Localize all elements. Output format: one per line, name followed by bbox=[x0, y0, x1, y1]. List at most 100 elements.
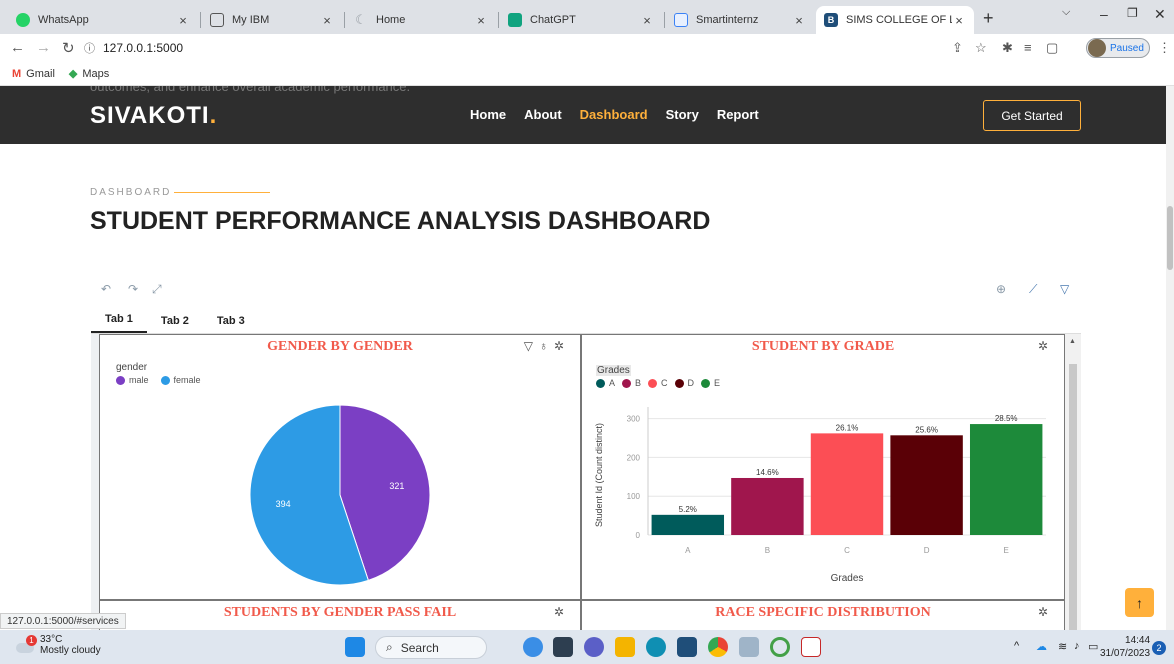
undo-icon[interactable]: ↶ bbox=[101, 282, 111, 296]
back-icon[interactable]: ← bbox=[10, 39, 25, 56]
settings-icon[interactable]: ✲ bbox=[554, 605, 564, 619]
bing-icon[interactable] bbox=[523, 637, 543, 657]
system-clock[interactable]: 14:44 31/07/2023 bbox=[1100, 634, 1150, 660]
zoom-icon[interactable]: ⊕ bbox=[996, 282, 1006, 296]
filter-icon[interactable]: ▽ bbox=[1060, 282, 1069, 296]
scroll-thumb[interactable] bbox=[1069, 364, 1077, 630]
x-tick-label: E bbox=[1004, 546, 1009, 555]
bookmark-maps[interactable]: ◆ Maps bbox=[69, 67, 110, 81]
nav-home[interactable]: Home bbox=[470, 107, 506, 122]
tab-2[interactable]: Tab 2 bbox=[147, 315, 203, 333]
chatgpt-icon bbox=[508, 13, 522, 27]
panel-gender-by-gender: GENDER BY GENDER ▽ ♁ ✲ gender male femal… bbox=[99, 334, 581, 600]
panel-title: RACE SPECIFIC DISTRIBUTION bbox=[715, 605, 931, 620]
browser-tab-whatsapp[interactable]: WhatsApp × bbox=[8, 6, 198, 34]
browser-tab-ibm[interactable]: My IBM × bbox=[202, 6, 342, 34]
wifi-icon[interactable]: ≋ bbox=[1058, 640, 1067, 653]
task-view-icon[interactable] bbox=[553, 637, 573, 657]
browser-tab-home[interactable]: ☾ Home × bbox=[346, 6, 496, 34]
url-input[interactable]: ⓘ 127.0.0.1:5000 bbox=[84, 37, 924, 59]
close-icon[interactable]: × bbox=[952, 13, 966, 28]
nav-about[interactable]: About bbox=[524, 107, 562, 122]
chevron-up-icon[interactable]: ^ bbox=[1014, 640, 1019, 652]
tab-title: ChatGPT bbox=[530, 14, 576, 26]
nav-report[interactable]: Report bbox=[717, 107, 759, 122]
forward-icon[interactable]: → bbox=[36, 39, 51, 56]
chart-icon[interactable]: ⟋ bbox=[1029, 282, 1037, 297]
window-close-icon[interactable]: ✕ bbox=[1154, 6, 1166, 23]
get-started-button[interactable]: Get Started bbox=[983, 100, 1081, 131]
store-icon[interactable] bbox=[677, 637, 697, 657]
battery-icon[interactable]: ▭ bbox=[1088, 640, 1098, 653]
profile-button[interactable]: Paused bbox=[1086, 38, 1150, 58]
menu-icon[interactable]: ⋮ bbox=[1158, 40, 1171, 56]
file-explorer-icon[interactable] bbox=[615, 637, 635, 657]
bookmark-label: Gmail bbox=[26, 67, 55, 80]
bookmark-label: Maps bbox=[82, 67, 110, 80]
reading-list-icon[interactable]: ≡ bbox=[1024, 40, 1032, 55]
bookmark-gmail[interactable]: M Gmail bbox=[12, 68, 55, 80]
weather-widget[interactable]: 1 33°C Mostly cloudy bbox=[14, 634, 101, 656]
chat-icon[interactable] bbox=[584, 637, 604, 657]
site-logo[interactable]: SIVAKOTI. bbox=[90, 102, 217, 130]
bar-B[interactable] bbox=[731, 477, 804, 535]
new-tab-icon[interactable]: + bbox=[983, 8, 994, 29]
y-tick-label: 300 bbox=[627, 415, 641, 424]
panel-tools: ✲ bbox=[554, 605, 564, 619]
site-header: outcomes, and enhance overall academic p… bbox=[0, 86, 1166, 144]
close-icon[interactable]: × bbox=[640, 13, 654, 28]
browser-tab-smartinternz[interactable]: Smartinternz × bbox=[666, 6, 814, 34]
taskbar-search[interactable]: ⌕ Search bbox=[375, 636, 487, 659]
chevron-down-icon[interactable]: ⌵ bbox=[1062, 6, 1070, 19]
dashboard-scrollbar[interactable]: ▲ bbox=[1065, 334, 1081, 630]
close-icon[interactable]: × bbox=[792, 13, 806, 28]
panel-gender-pass-fail: STUDENTS BY GENDER PASS FAIL ✲ bbox=[99, 600, 581, 630]
minimize-icon[interactable]: – bbox=[1100, 6, 1108, 22]
pie-chart[interactable]: 321 394 bbox=[100, 335, 580, 599]
close-icon[interactable]: × bbox=[474, 13, 488, 28]
dashboard-canvas: GENDER BY GENDER ▽ ♁ ✲ gender male femal… bbox=[91, 334, 1081, 630]
close-icon[interactable]: × bbox=[320, 13, 334, 28]
star-icon[interactable]: ☆ bbox=[975, 40, 987, 56]
volume-icon[interactable]: ♪ bbox=[1074, 640, 1080, 652]
share-icon[interactable]: ⇪ bbox=[952, 40, 963, 56]
bar-C[interactable] bbox=[810, 433, 884, 535]
fullscreen-icon[interactable]: ⤢ bbox=[152, 282, 162, 297]
url-text: 127.0.0.1:5000 bbox=[103, 41, 184, 55]
panel-student-by-grade: STUDENT BY GRADE ✲ Grades ABCDE 0 100 200 3… bbox=[581, 334, 1065, 600]
tab-3[interactable]: Tab 3 bbox=[203, 315, 259, 333]
close-icon[interactable]: × bbox=[176, 13, 190, 28]
scroll-up-icon[interactable]: ▲ bbox=[1069, 338, 1076, 345]
notepad-icon[interactable] bbox=[739, 637, 759, 657]
bar-D[interactable] bbox=[890, 435, 963, 535]
tab-1[interactable]: Tab 1 bbox=[91, 313, 147, 333]
browser-tab-sims[interactable]: B SIMS COLLEGE OF LIFE SCI × bbox=[816, 6, 974, 34]
snipping-icon[interactable] bbox=[801, 637, 821, 657]
cloud-sync-icon[interactable]: ☁ bbox=[1036, 640, 1047, 653]
bar-chart[interactable]: 0 100 200 300 5.2% A 14.6% B 26.1% C 25.6% D 28.5% E G… bbox=[582, 335, 1064, 599]
y-axis-title: Student Id (Count distinct) bbox=[594, 423, 604, 527]
settings-icon[interactable]: ✲ bbox=[1038, 605, 1048, 619]
notification-badge[interactable]: 2 bbox=[1152, 641, 1166, 655]
tab-title: Smartinternz bbox=[696, 14, 759, 26]
side-panel-icon[interactable]: ▢ bbox=[1046, 40, 1058, 56]
back-to-top-button[interactable]: ↑ bbox=[1125, 588, 1154, 617]
browser-tab-chatgpt[interactable]: ChatGPT × bbox=[500, 6, 662, 34]
extensions-icon[interactable]: ✱ bbox=[1002, 40, 1013, 56]
nav-story[interactable]: Story bbox=[666, 107, 699, 122]
chrome-icon[interactable] bbox=[708, 637, 728, 657]
pie-label-male: 321 bbox=[389, 481, 404, 491]
bar-A[interactable] bbox=[651, 514, 725, 535]
panel-race-distribution: RACE SPECIFIC DISTRIBUTION ✲ bbox=[581, 600, 1065, 630]
restore-icon[interactable]: ❐ bbox=[1127, 6, 1138, 20]
reload-icon[interactable]: ↻ bbox=[62, 39, 75, 57]
bar-E[interactable] bbox=[969, 424, 1043, 535]
section-eyebrow: DASHBOARD bbox=[90, 187, 172, 198]
redo-icon[interactable]: ↷ bbox=[128, 282, 138, 296]
page-scrollbar[interactable] bbox=[1166, 86, 1174, 630]
app-ring-icon[interactable] bbox=[770, 637, 790, 657]
edge-icon[interactable] bbox=[646, 637, 666, 657]
scroll-thumb[interactable] bbox=[1167, 206, 1173, 270]
windows-start-icon[interactable] bbox=[345, 637, 365, 657]
nav-dashboard[interactable]: Dashboard bbox=[580, 107, 648, 122]
